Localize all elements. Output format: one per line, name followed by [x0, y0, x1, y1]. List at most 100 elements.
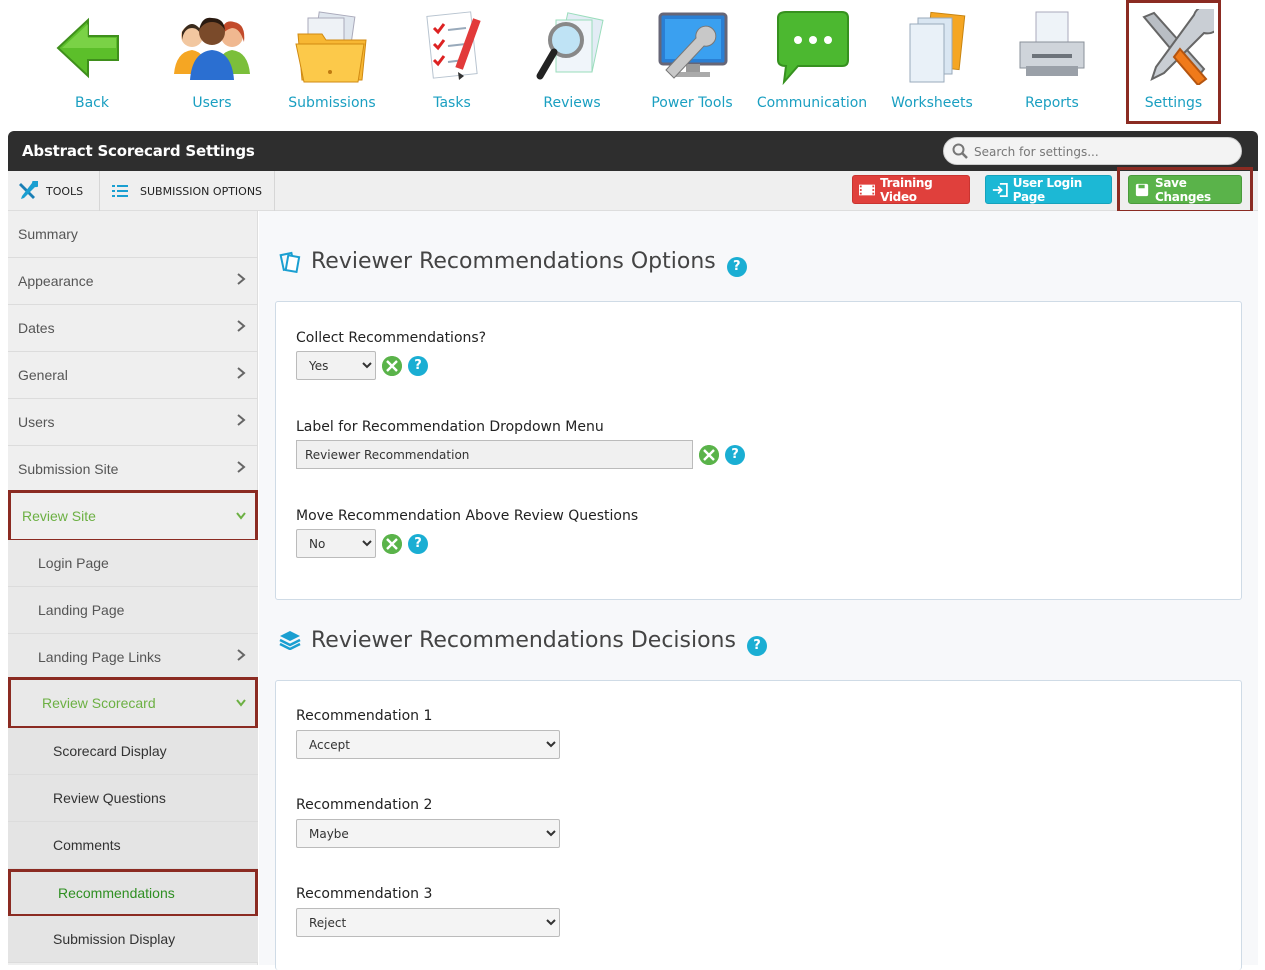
- sidebar-item-submission-display[interactable]: Submission Display: [8, 916, 258, 963]
- sidebar-item-dates[interactable]: Dates: [8, 305, 258, 352]
- search-input[interactable]: [974, 142, 1229, 162]
- settings-sidebar: Summary Appearance Dates General Users S…: [8, 211, 258, 965]
- nav-settings-label: Settings: [1144, 95, 1203, 111]
- layers-icon: [279, 631, 301, 650]
- sidebar-item-label: Summary: [18, 226, 78, 242]
- nav-back[interactable]: Back: [34, 0, 150, 124]
- sidebar-item-landing-page[interactable]: Landing Page: [8, 587, 258, 634]
- decisions-section-title: Reviewer Recommendations Decisions ?: [311, 628, 767, 656]
- sidebar-item-users[interactable]: Users: [8, 399, 258, 446]
- recommendation-2-label: Recommendation 2: [296, 797, 433, 813]
- chevron-right-icon: [237, 273, 246, 285]
- sidebar-item-label: Review Scorecard: [42, 695, 156, 711]
- nav-tasks[interactable]: Tasks: [394, 0, 510, 124]
- help-icon[interactable]: ?: [408, 356, 428, 376]
- search-box[interactable]: [943, 137, 1242, 165]
- settings-tools-icon[interactable]: [699, 445, 719, 465]
- sidebar-item-scorecard-display[interactable]: Scorecard Display: [8, 728, 258, 775]
- tab-submission-options[interactable]: SUBMISSION OPTIONS: [100, 171, 275, 211]
- nav-settings[interactable]: Settings: [1126, 0, 1221, 124]
- sidebar-item-label: Recommendations: [58, 885, 175, 901]
- sidebar-item-label: General: [18, 367, 68, 383]
- sidebar-item-review-scorecard[interactable]: Review Scorecard: [8, 677, 258, 729]
- help-icon[interactable]: ?: [726, 257, 747, 277]
- chevron-right-icon: [237, 461, 246, 473]
- settings-tools-icon[interactable]: [382, 356, 402, 376]
- sidebar-item-login-page[interactable]: Login Page: [8, 540, 258, 587]
- sidebar-item-summary[interactable]: Summary: [8, 211, 258, 258]
- sidebar-item-label: Appearance: [18, 273, 94, 289]
- chevron-right-icon: [237, 649, 246, 661]
- chevron-right-icon: [237, 320, 246, 332]
- nav-users-label: Users: [192, 95, 232, 111]
- help-icon[interactable]: ?: [408, 534, 428, 554]
- monitor-wrench-icon: [658, 12, 728, 79]
- nav-submissions-label: Submissions: [288, 95, 376, 111]
- save-changes-label: Save Changes: [1155, 175, 1211, 204]
- page-title: Abstract Scorecard Settings: [22, 142, 255, 160]
- cards-icon: [279, 251, 301, 273]
- help-icon[interactable]: ?: [746, 636, 767, 656]
- recommendation-1-select[interactable]: Accept: [296, 730, 560, 759]
- training-video-button[interactable]: Training Video: [852, 175, 970, 204]
- nav-power-tools[interactable]: Power Tools: [634, 0, 750, 124]
- sidebar-item-label: Scorecard Display: [53, 743, 167, 759]
- list-icon: [112, 185, 128, 197]
- nav-submissions[interactable]: Submissions: [274, 0, 390, 124]
- chevron-down-icon: [236, 699, 246, 707]
- sidebar-item-label: Comments: [53, 837, 121, 853]
- users-icon: [174, 17, 250, 80]
- move-recommendation-label: Move Recommendation Above Review Questio…: [296, 508, 639, 524]
- collect-recommendations-select[interactable]: Yes: [296, 351, 376, 380]
- nav-users[interactable]: Users: [154, 0, 270, 124]
- nav-tasks-label: Tasks: [433, 95, 471, 111]
- sidebar-item-submission-site[interactable]: Submission Site: [8, 446, 258, 493]
- user-login-page-button[interactable]: User Login Page: [985, 175, 1112, 204]
- nav-reports[interactable]: Reports: [994, 0, 1110, 124]
- recommendation-1-label: Recommendation 1: [296, 708, 433, 724]
- nav-back-label: Back: [75, 95, 109, 111]
- sidebar-item-recommendations[interactable]: Recommendations: [8, 869, 258, 917]
- sidebar-item-appearance[interactable]: Appearance: [8, 258, 258, 305]
- move-recommendation-select[interactable]: No: [296, 529, 376, 558]
- sidebar-item-review-questions[interactable]: Review Questions: [8, 775, 258, 822]
- chevron-down-icon: [236, 512, 246, 520]
- nav-reviews[interactable]: Reviews: [514, 0, 630, 124]
- nav-reviews-label: Reviews: [543, 95, 601, 111]
- checklist-icon: [426, 11, 481, 80]
- back-arrow-icon: [56, 17, 119, 79]
- options-section-title: Reviewer Recommendations Options ?: [311, 249, 747, 277]
- sidebar-item-comments[interactable]: Comments: [8, 822, 258, 869]
- page-header: Abstract Scorecard Settings: [8, 131, 1258, 171]
- save-changes-button[interactable]: Save Changes: [1128, 175, 1242, 204]
- documents-icon: [909, 11, 966, 83]
- settings-tools-icon[interactable]: [382, 534, 402, 554]
- nav-communication-label: Communication: [756, 95, 868, 111]
- options-card: Collect Recommendations? Yes ? Label for…: [275, 301, 1242, 600]
- tab-tools[interactable]: TOOLS: [8, 171, 100, 211]
- nav-worksheets-label: Worksheets: [891, 95, 973, 111]
- recommendation-3-select[interactable]: Reject: [296, 908, 560, 937]
- user-login-page-label: User Login Page: [1012, 175, 1083, 204]
- options-title-text: Reviewer Recommendations Options: [311, 249, 716, 274]
- sidebar-item-review-site[interactable]: Review Site: [8, 490, 258, 542]
- collect-recommendations-label: Collect Recommendations?: [296, 330, 487, 346]
- recommendation-2-select[interactable]: Maybe: [296, 819, 560, 848]
- nav-communication[interactable]: Communication: [754, 0, 870, 124]
- save-icon: [1135, 183, 1149, 196]
- folder-icon: [295, 11, 367, 83]
- sidebar-item-general[interactable]: General: [8, 352, 258, 399]
- sidebar-item-label: Users: [18, 414, 55, 430]
- sidebar-item-label: Landing Page Links: [38, 649, 161, 665]
- sidebar-item-landing-page-links[interactable]: Landing Page Links: [8, 634, 258, 681]
- help-icon[interactable]: ?: [725, 445, 745, 465]
- sidebar-item-label: Review Questions: [53, 790, 166, 806]
- top-navigation: Back Users Submissions Tasks Reviews Pow…: [0, 0, 1265, 128]
- nav-worksheets[interactable]: Worksheets: [874, 0, 990, 124]
- decisions-title-text: Reviewer Recommendations Decisions: [311, 628, 736, 653]
- chevron-right-icon: [237, 414, 246, 426]
- sidebar-item-label: Dates: [18, 320, 55, 336]
- training-video-label: Training Video: [880, 175, 933, 204]
- sidebar-item-label: Submission Site: [18, 461, 119, 477]
- dropdown-label-input[interactable]: [296, 440, 693, 469]
